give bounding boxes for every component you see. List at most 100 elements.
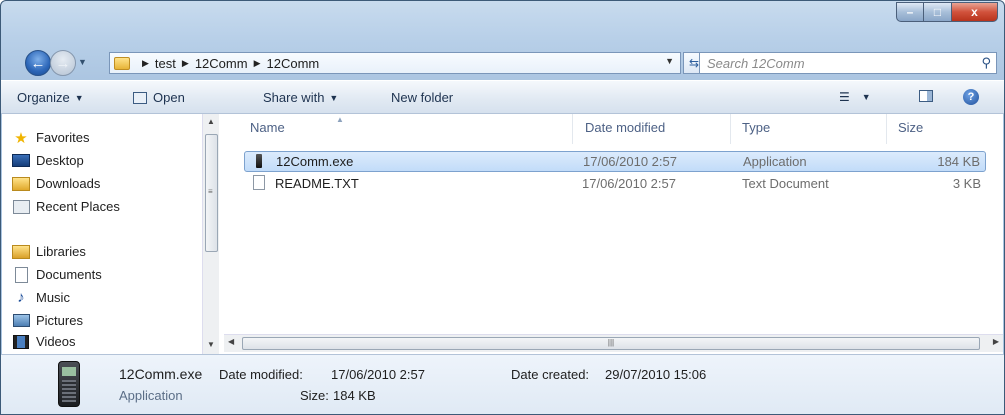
organize-button[interactable]: Organize ▼ xyxy=(17,90,84,105)
scrollbar-thumb[interactable]: ||| xyxy=(242,337,980,350)
table-row[interactable]: README.TXT 17/06/2010 2:57 Text Document… xyxy=(244,174,986,195)
breadcrumb-separator-icon[interactable]: ▶ xyxy=(254,58,261,69)
videos-icon xyxy=(12,334,30,349)
device-screen xyxy=(62,367,76,376)
sort-ascending-icon: ▲ xyxy=(336,115,344,124)
scroll-right-icon[interactable]: ▶ xyxy=(993,337,999,346)
search-input[interactable]: Search 12Comm ⚲ xyxy=(699,52,997,74)
details-date-modified-value: 17/06/2010 2:57 xyxy=(331,367,425,382)
new-folder-button[interactable]: New folder xyxy=(391,90,453,105)
nav-libraries[interactable]: Libraries xyxy=(12,244,86,259)
scroll-left-icon[interactable]: ◀ xyxy=(228,337,234,346)
column-header-size[interactable]: Size xyxy=(898,120,923,135)
scrollbar-thumb[interactable]: ≡ xyxy=(205,134,218,252)
nav-item-recent-places[interactable]: Recent Places xyxy=(12,199,120,214)
minimize-button[interactable]: – xyxy=(896,2,924,22)
text-file-icon xyxy=(253,175,265,193)
libraries-icon xyxy=(12,244,30,259)
breadcrumb-separator-icon[interactable]: ▶ xyxy=(182,58,189,69)
exe-large-icon xyxy=(58,361,80,407)
pictures-icon xyxy=(12,314,30,328)
nav-favorites[interactable]: ★ Favorites xyxy=(12,130,89,147)
horizontal-scrollbar[interactable]: ◀ ||| ▶ xyxy=(224,334,1003,352)
share-with-label: Share with xyxy=(263,90,325,105)
details-pane: 12Comm.exe Application Date modified: 17… xyxy=(1,354,1004,414)
column-divider[interactable] xyxy=(730,114,731,144)
breadcrumb-separator-icon[interactable]: ▶ xyxy=(142,58,149,69)
details-file-type: Application xyxy=(119,388,183,403)
maximize-icon: □ xyxy=(933,5,942,19)
details-size-value: 184 KB xyxy=(333,388,376,403)
refresh-icon: ⇆ xyxy=(688,56,700,70)
nav-item-downloads[interactable]: Downloads xyxy=(12,176,100,191)
new-folder-label: New folder xyxy=(391,90,454,105)
details-date-created-value: 29/07/2010 15:06 xyxy=(605,367,707,382)
maximize-button[interactable]: □ xyxy=(924,2,952,22)
scroll-up-icon[interactable]: ▲ xyxy=(207,117,215,126)
address-dropdown-icon[interactable]: ▼ xyxy=(665,56,674,66)
file-size: 184 KB xyxy=(937,154,980,169)
folder-icon xyxy=(114,56,130,70)
file-list: ▲ Name Date modified Type Size 12Comm.ex… xyxy=(224,114,1003,354)
file-type: Application xyxy=(743,154,807,169)
nav-item-label: Desktop xyxy=(36,153,84,168)
explorer-window: – □ x ← → ▼ ▶ test ▶ 12Comm ▶ 12Comm ▼ ⇆… xyxy=(0,0,1005,415)
breadcrumb: ▶ test ▶ 12Comm ▶ 12Comm xyxy=(136,56,319,71)
close-button[interactable]: x xyxy=(952,2,998,22)
recent-pages-dropdown[interactable]: ▼ xyxy=(78,57,87,67)
chevron-down-icon: ▼ xyxy=(861,92,871,102)
nav-item-pictures[interactable]: Pictures xyxy=(12,313,83,328)
address-bar[interactable]: ▶ test ▶ 12Comm ▶ 12Comm ▼ xyxy=(109,52,681,74)
exe-icon xyxy=(256,154,262,171)
column-divider[interactable] xyxy=(572,114,573,144)
details-size-label: Size: xyxy=(300,388,329,403)
nav-item-label: Videos xyxy=(36,334,76,349)
breadcrumb-item-12comm-current[interactable]: 12Comm xyxy=(266,56,319,71)
nav-item-label: Pictures xyxy=(36,313,83,328)
nav-item-videos[interactable]: Videos xyxy=(12,334,76,349)
file-date-modified: 17/06/2010 2:57 xyxy=(583,154,677,169)
breadcrumb-item-test[interactable]: test xyxy=(155,56,176,71)
minimize-icon: – xyxy=(906,5,914,19)
organize-label: Organize xyxy=(17,90,70,105)
documents-icon xyxy=(12,266,30,283)
navigation-scrollbar[interactable]: ▲ ≡ ▼ xyxy=(202,114,220,354)
nav-libraries-label: Libraries xyxy=(36,244,86,259)
table-row[interactable]: 12Comm.exe 17/06/2010 2:57 Application 1… xyxy=(244,151,986,172)
forward-button[interactable]: → xyxy=(50,50,76,76)
search-placeholder: Search 12Comm xyxy=(707,55,805,71)
navigation-pane: ★ Favorites Desktop Downloads Recent Pla… xyxy=(2,114,202,354)
preview-pane-button[interactable] xyxy=(919,90,933,102)
forward-arrow-icon: → xyxy=(55,54,71,72)
open-icon xyxy=(133,91,147,104)
open-label: Open xyxy=(153,90,185,105)
nav-item-label: Downloads xyxy=(36,176,101,191)
back-arrow-icon: ← xyxy=(30,54,46,72)
file-size: 3 KB xyxy=(952,176,981,191)
file-type: Text Document xyxy=(742,176,829,191)
file-name: 12Comm.exe xyxy=(276,154,354,169)
breadcrumb-item-12comm[interactable]: 12Comm xyxy=(195,56,248,71)
details-date-created-label: Date created: xyxy=(511,367,590,382)
nav-item-documents[interactable]: Documents xyxy=(12,266,102,283)
preview-pane-icon xyxy=(919,90,933,102)
nav-item-music[interactable]: ♪ Music xyxy=(12,289,70,306)
nav-item-label: Music xyxy=(36,290,70,305)
scroll-down-icon[interactable]: ▼ xyxy=(207,340,215,349)
change-view-button[interactable]: ☰ ▼ xyxy=(839,90,871,104)
close-icon: x xyxy=(971,5,978,19)
help-button[interactable]: ? xyxy=(963,89,979,105)
column-header-name[interactable]: Name xyxy=(250,120,285,135)
column-divider[interactable] xyxy=(886,114,887,144)
nav-item-desktop[interactable]: Desktop xyxy=(12,153,84,168)
column-header-date-modified[interactable]: Date modified xyxy=(585,120,665,135)
share-with-button[interactable]: Share with ▼ xyxy=(263,90,338,105)
column-header-type[interactable]: Type xyxy=(742,120,770,135)
search-icon[interactable]: ⚲ xyxy=(981,55,991,71)
title-bar[interactable]: – □ x xyxy=(1,1,1004,43)
recent-places-icon xyxy=(12,199,30,214)
music-icon: ♪ xyxy=(17,289,25,306)
chevron-down-icon: ▼ xyxy=(74,92,84,103)
back-button[interactable]: ← xyxy=(25,50,51,76)
open-button[interactable]: Open xyxy=(133,90,185,105)
